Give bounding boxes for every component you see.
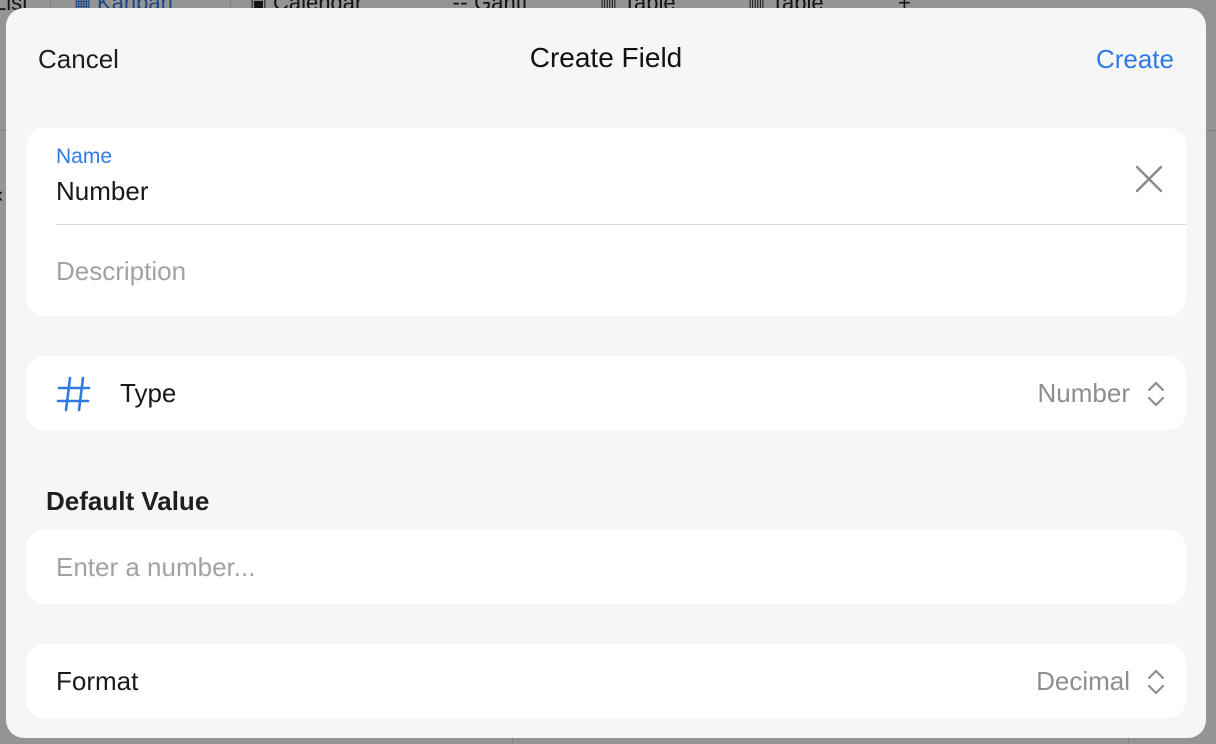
default-value-input[interactable] [56,552,1156,583]
chevron-up-down-icon [1147,669,1165,695]
name-description-card: Name [26,128,1186,316]
default-value-card [26,530,1186,604]
type-label: Type [120,378,177,408]
type-selector-row[interactable]: Type Number [26,356,1186,430]
hash-icon [56,376,91,412]
create-button[interactable]: Create [1096,44,1174,75]
field-divider [56,224,1186,225]
format-label: Format [56,666,139,696]
format-value: Decimal [1036,666,1130,696]
format-selector-row[interactable]: Format Decimal [26,644,1186,718]
name-label: Name [56,145,113,168]
default-value-heading: Default Value [46,486,210,516]
chevron-up-down-icon [1147,381,1165,407]
clear-name-button[interactable] [1132,162,1166,196]
name-input[interactable] [56,176,1096,207]
close-icon [1135,165,1163,193]
create-field-sheet: Cancel Create Field Create Name Type Num… [6,8,1206,738]
type-value: Number [1037,378,1130,408]
description-input[interactable] [56,256,1146,287]
sheet-title: Create Field [529,42,683,73]
